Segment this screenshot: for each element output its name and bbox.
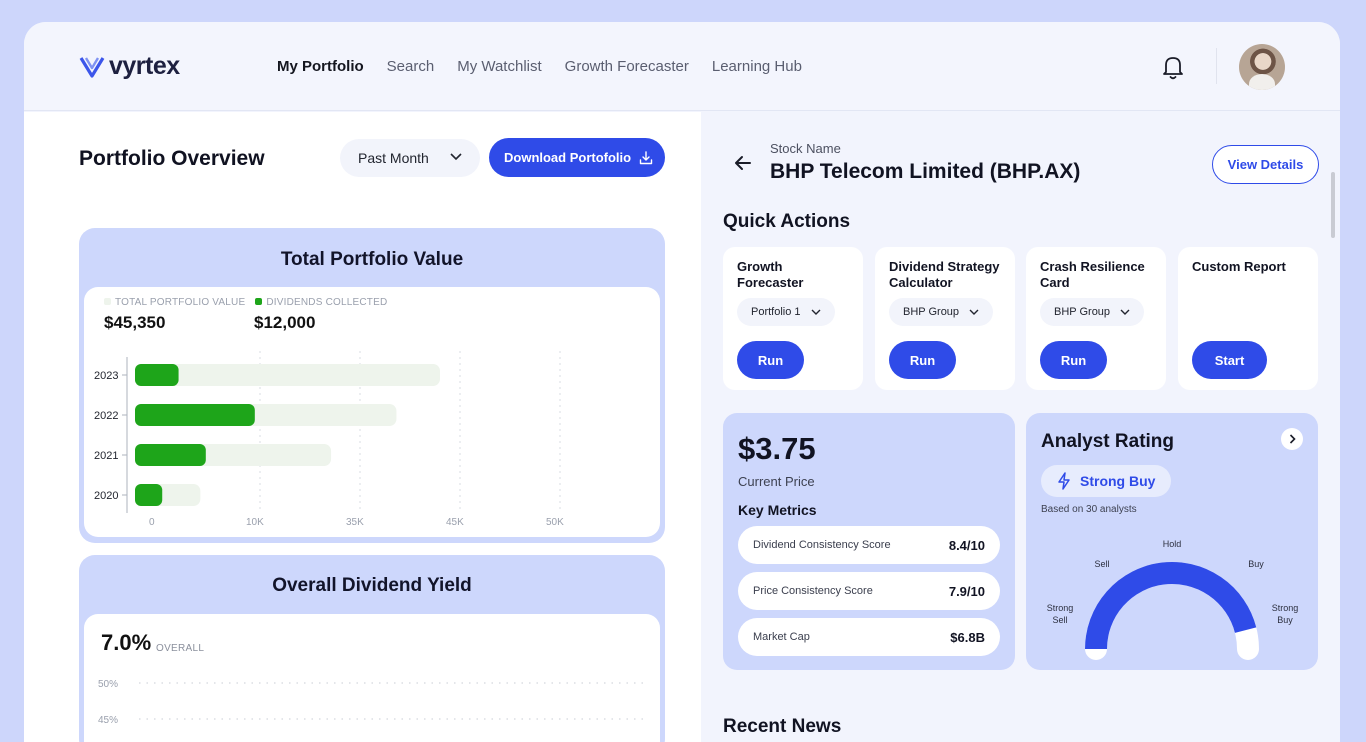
bar-total-2023 [135,364,440,386]
chevron-down-icon [450,153,462,161]
current-price: $3.75 [738,431,816,466]
y-tick-label: 2023 [94,370,118,382]
gauge-label-strong-buy: Buy [1277,615,1293,625]
top-header: vyrtex My Portfolio Search My Watchlist Gro… [24,22,1340,111]
quick-action-name: Crash Resilience Card [1040,259,1145,290]
gauge-label-hold: Hold [1163,539,1182,549]
metric-price-consistency: Price Consistency Score 7.9/10 [738,572,1000,610]
quick-action-name: Dividend Strategy Calculator [889,259,1000,290]
x-tick-label: 35K [346,517,364,528]
start-button[interactable]: Start [1192,341,1267,379]
avatar[interactable] [1239,44,1285,90]
brand-name: vyrtex [109,52,180,80]
bar-dividend-2022 [135,404,255,426]
gauge-fill [1085,562,1257,650]
total-value-chart-area: TOTAL PORTFOLIO VALUE DIVIDENDS COLLECTE… [84,287,660,537]
y-tick-label: 45% [98,715,118,726]
header-divider [1216,48,1217,84]
gauge-label-strong-buy: Strong [1272,603,1299,613]
chevron-right-icon [1289,434,1296,444]
view-details-button[interactable]: View Details [1212,145,1319,184]
rating-badge: Strong Buy [1041,465,1172,497]
current-price-label: Current Price [738,474,815,489]
x-tick-label: 10K [246,517,264,528]
gauge-label-sell: Sell [1094,559,1109,569]
bell-icon[interactable] [1158,52,1188,82]
y-tick-label: 2022 [94,410,118,422]
price-card: $3.75 Current Price Key Metrics Dividend… [723,413,1015,670]
dividend-yield-title: Overall Dividend Yield [272,575,472,596]
run-button[interactable]: Run [889,341,956,379]
portfolio-panel: Portfolio Overview Past Month Download P… [24,112,701,742]
quick-action-growth-forecaster: Growth Forecaster Portfolio 1 Run [723,247,863,390]
y-tick-label: 2020 [94,490,118,502]
back-arrow-icon[interactable] [734,155,752,171]
run-button[interactable]: Run [1040,341,1107,379]
page-title: Portfolio Overview [79,147,265,170]
vyrtex-logo-icon [79,56,105,78]
bar-dividend-2023 [135,364,179,386]
stock-panel: Stock Name BHP Telecom Limited (BHP.AX) … [702,112,1340,742]
download-icon [639,150,653,164]
main-nav: My Portfolio Search My Watchlist Growth For… [277,58,802,75]
quick-action-name: Custom Report [1192,259,1286,274]
quick-action-custom-report: Custom Report Start [1178,247,1318,390]
gauge-label-strong-sell: Sell [1052,615,1067,625]
chevron-down-icon [1120,309,1130,315]
key-metrics-title: Key Metrics [738,502,817,518]
x-tick-label: 45K [446,517,464,528]
nav-item-search[interactable]: Search [387,58,435,75]
analyst-rating-title: Analyst Rating [1041,431,1175,452]
dividend-yield-card: Overall Dividend Yield 7.0% OVERALL 50% 4… [79,555,665,742]
bar-dividend-2020 [135,484,163,506]
quick-actions-title: Quick Actions [723,211,851,232]
quick-action-crash-resilience: Crash Resilience Card BHP Group Run [1026,247,1166,390]
stock-select[interactable]: BHP Group [889,298,994,326]
x-tick-label: 0 [149,517,155,528]
x-tick-label: 50K [546,517,564,528]
y-tick-label: 2021 [94,450,118,462]
stock-name-label: Stock Name [770,141,841,156]
period-value: Past Month [358,150,429,166]
analyst-gauge: Strong Sell Sell Hold Buy Strong Buy [1047,539,1299,660]
total-value-title: Total Portfolio Value [280,249,464,270]
download-portfolio-button[interactable]: Download Portofolio [489,138,665,177]
analyst-rating-card: Analyst Rating Strong Buy Based on 30 an… [1026,413,1318,670]
dividend-yield-chart-area: 7.0% OVERALL 50% 45% [84,614,660,742]
gauge-label-strong-sell: Strong [1047,603,1074,613]
dividend-yield-line-chart: 50% 45% [98,679,649,726]
stock-name: BHP Telecom Limited (BHP.AX) [770,160,1081,183]
nav-item-growth-forecaster[interactable]: Growth Forecaster [565,58,689,75]
nav-item-learning-hub[interactable]: Learning Hub [712,58,802,75]
bar-dividend-2021 [135,444,206,466]
analyst-count: Based on 30 analysts [1041,504,1137,515]
portfolio-bar-chart: 2023 2022 2021 2020 0 10K 35K 45K 50K [94,351,564,528]
metric-market-cap: Market Cap $6.8B [738,618,1000,656]
chevron-down-icon [969,309,979,315]
stock-select[interactable]: BHP Group [1040,298,1145,326]
portfolio-select[interactable]: Portfolio 1 [737,298,835,326]
nav-item-my-watchlist[interactable]: My Watchlist [457,58,541,75]
download-label: Download Portofolio [504,150,632,165]
period-select[interactable]: Past Month [340,139,480,177]
metric-dividend-consistency: Dividend Consistency Score 8.4/10 [738,526,1000,564]
quick-action-dividend-calculator: Dividend Strategy Calculator BHP Group Ru… [875,247,1015,390]
y-tick-label: 50% [98,679,118,690]
lightning-icon [1058,472,1070,490]
total-value-card: Total Portfolio Value TOTAL PORTFOLIO VA… [79,228,665,543]
analyst-rating-next-button[interactable] [1281,428,1303,450]
nav-item-my-portfolio[interactable]: My Portfolio [277,58,364,75]
run-button[interactable]: Run [737,341,804,379]
chevron-down-icon [811,309,821,315]
rating-value: Strong Buy [1080,473,1156,489]
gauge-label-buy: Buy [1248,559,1264,569]
app-window: vyrtex My Portfolio Search My Watchlist Gro… [24,22,1340,742]
recent-news-title: Recent News [723,716,842,737]
brand-logo[interactable]: vyrtex [79,52,180,81]
scrollbar-thumb[interactable] [1331,172,1335,238]
quick-action-name: Growth Forecaster [737,259,804,290]
